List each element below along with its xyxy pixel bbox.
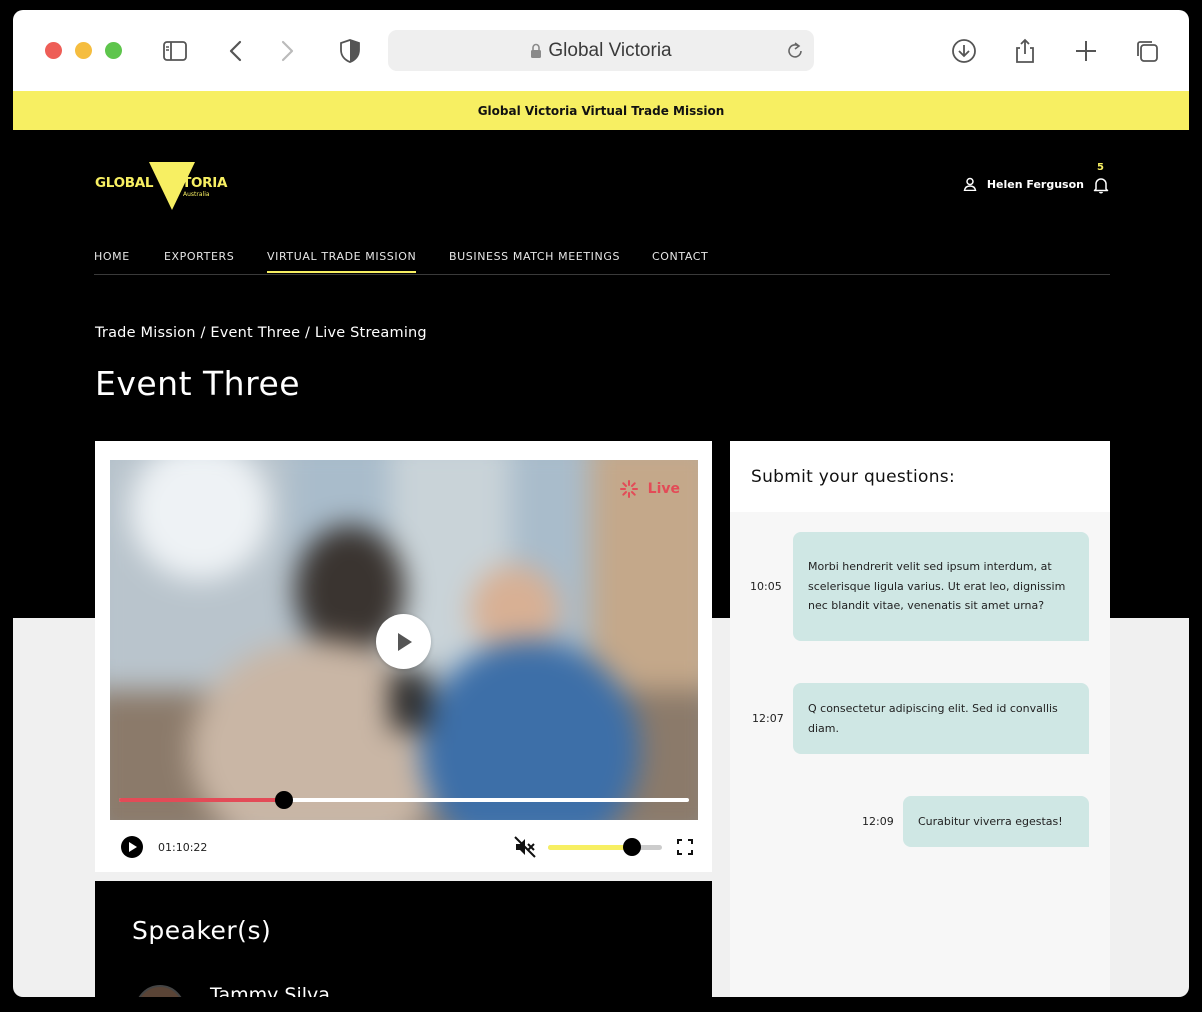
- fullscreen-icon[interactable]: [677, 839, 693, 855]
- lock-icon: [531, 43, 542, 58]
- event-banner: Global Victoria Virtual Trade Mission: [13, 91, 1189, 130]
- logo-subtext: Australia: [183, 191, 210, 198]
- questions-panel: Submit your questions: 10:05 Morbi hendr…: [730, 441, 1110, 997]
- browser-window: Global Victoria Global Victoria Virtual …: [13, 10, 1189, 997]
- page: GLOBAL VICTORIA Australia Helen Ferguson…: [13, 130, 1189, 997]
- nav-item-exporters[interactable]: EXPORTERS: [164, 250, 234, 271]
- new-tab-icon[interactable]: [1069, 34, 1103, 68]
- message-bubble: Q consectetur adipiscing elit. Sed id co…: [793, 683, 1089, 754]
- back-icon[interactable]: [220, 34, 254, 68]
- video-card: Live 01:10:22: [95, 441, 712, 872]
- nav-item-business-match-meetings[interactable]: BUSINESS MATCH MEETINGS: [449, 250, 620, 271]
- play-button[interactable]: [376, 614, 431, 669]
- nav-item-virtual-trade-mission[interactable]: VIRTUAL TRADE MISSION: [267, 250, 417, 273]
- message-time: 10:05: [750, 580, 782, 593]
- questions-header: Submit your questions:: [730, 441, 1110, 512]
- volume-handle[interactable]: [623, 838, 642, 856]
- reload-icon[interactable]: [784, 40, 806, 62]
- user-icon: [963, 177, 977, 191]
- close-window-button[interactable]: [45, 42, 62, 59]
- message-bubble: Morbi hendrerit velit sed ipsum interdum…: [793, 532, 1089, 641]
- volume-level: [548, 845, 633, 850]
- shield-icon[interactable]: [333, 34, 367, 68]
- live-indicator: Live: [619, 480, 680, 498]
- site-logo[interactable]: GLOBAL VICTORIA Australia: [95, 160, 235, 210]
- speaker-name[interactable]: Tammy Silva: [210, 984, 330, 997]
- live-label: Live: [647, 481, 680, 497]
- speakers-section: Speaker(s) Tammy Silva: [95, 881, 712, 997]
- address-bar[interactable]: Global Victoria: [388, 30, 814, 71]
- sidebar-toggle-icon[interactable]: [158, 34, 192, 68]
- video-player[interactable]: Live: [110, 460, 698, 820]
- nav-item-contact[interactable]: CONTACT: [652, 250, 708, 271]
- live-icon: [619, 480, 638, 498]
- message-text: Curabitur viverra egestas!: [918, 814, 1063, 828]
- nav-item-home[interactable]: HOME: [94, 250, 130, 271]
- play-icon: [397, 632, 412, 651]
- browser-toolbar: Global Victoria: [13, 10, 1189, 91]
- page-title: Event Three: [95, 364, 301, 403]
- seek-bar[interactable]: [119, 791, 689, 809]
- notification-count: 5: [1097, 162, 1104, 173]
- message-time: 12:09: [862, 815, 894, 828]
- share-icon[interactable]: [1008, 34, 1042, 68]
- message-bubble: Curabitur viverra egestas!: [903, 796, 1089, 847]
- user-name: Helen Ferguson: [986, 177, 1084, 191]
- tabs-overview-icon[interactable]: [1130, 34, 1164, 68]
- seek-progress: [119, 798, 285, 802]
- maximize-window-button[interactable]: [105, 42, 122, 59]
- message-text: Morbi hendrerit velit sed ipsum interdum…: [808, 560, 1066, 613]
- main-nav: HOME EXPORTERS VIRTUAL TRADE MISSION BUS…: [94, 248, 1110, 275]
- bell-icon[interactable]: [1093, 176, 1109, 194]
- play-pause-button[interactable]: [121, 836, 143, 858]
- message-text: Q consectetur adipiscing elit. Sed id co…: [808, 702, 1058, 735]
- download-icon[interactable]: [947, 34, 981, 68]
- logo-text: GLOBAL VICTORIA: [95, 175, 228, 191]
- current-time: 01:10:22: [158, 841, 208, 854]
- speakers-title: Speaker(s): [132, 916, 272, 945]
- avatar: [135, 985, 185, 997]
- forward-icon[interactable]: [269, 34, 303, 68]
- minimize-window-button[interactable]: [75, 42, 92, 59]
- banner-text: Global Victoria Virtual Trade Mission: [477, 103, 725, 118]
- breadcrumb[interactable]: Trade Mission / Event Three / Live Strea…: [95, 325, 427, 341]
- user-menu[interactable]: Helen Ferguson: [963, 177, 1084, 191]
- volume-slider[interactable]: [548, 838, 662, 856]
- questions-title: Submit your questions:: [751, 467, 955, 487]
- mute-icon[interactable]: [513, 835, 537, 859]
- address-text: Global Victoria: [548, 39, 672, 61]
- message-time: 12:07: [752, 712, 784, 725]
- play-icon: [128, 842, 137, 852]
- video-controls: 01:10:22: [110, 831, 698, 863]
